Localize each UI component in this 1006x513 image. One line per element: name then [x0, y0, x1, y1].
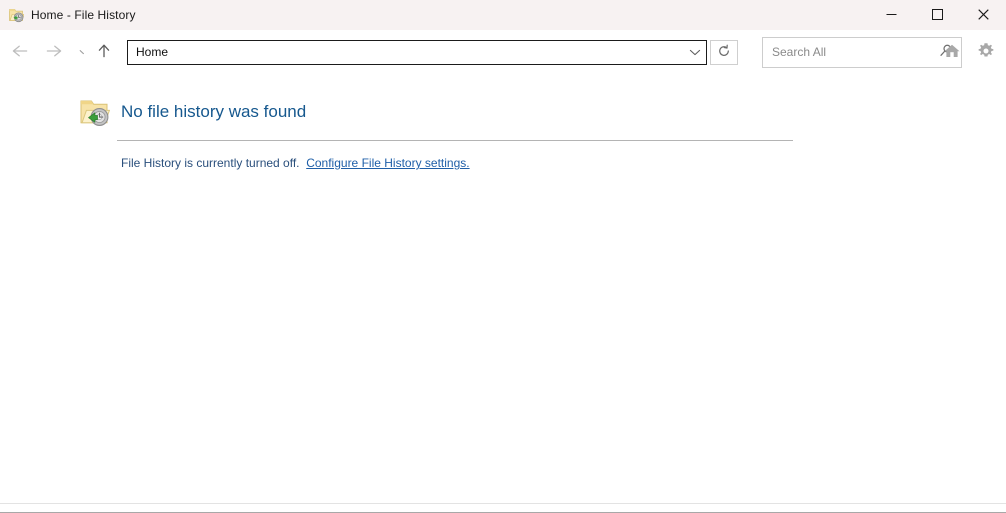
address-value: Home [136, 44, 169, 59]
navigation-toolbar: Home [0, 30, 1006, 74]
status-header-row: No file history was found [76, 92, 806, 132]
maximize-icon [931, 8, 943, 23]
title-bar: Home - File History [0, 0, 1006, 30]
address-bar-group: Home [127, 39, 738, 65]
toolbar-right-icons [940, 38, 998, 66]
refresh-icon [717, 44, 731, 61]
search-input[interactable] [763, 36, 931, 68]
recent-locations-button[interactable] [74, 38, 92, 66]
close-icon [977, 8, 989, 23]
up-button[interactable] [92, 38, 116, 66]
back-button[interactable] [6, 38, 34, 66]
configure-file-history-link[interactable]: Configure File History settings. [306, 156, 469, 170]
status-detail-text: File History is currently turned off. [121, 156, 300, 170]
status-heading: No file history was found [121, 102, 307, 121]
address-bar[interactable]: Home [127, 39, 707, 65]
arrow-left-icon [11, 44, 29, 61]
minimize-button[interactable] [868, 0, 914, 30]
status-detail-row: File History is currently turned off. Co… [121, 155, 806, 172]
content-area: No file history was found File History i… [0, 74, 1006, 503]
file-history-window: Home - File History Home Search All No f… [0, 0, 1006, 513]
home-icon [943, 43, 961, 62]
minimize-icon [886, 8, 897, 23]
arrow-right-icon [45, 44, 63, 61]
folder-history-large-icon [78, 96, 111, 128]
status-block: No file history was found File History i… [76, 92, 806, 172]
maximize-button[interactable] [914, 0, 960, 30]
gear-icon [977, 42, 995, 63]
status-divider [117, 140, 793, 141]
window-bottom-edge [0, 503, 1006, 512]
forward-button[interactable] [40, 38, 68, 66]
chevron-down-icon [689, 45, 701, 60]
folder-history-icon [8, 7, 25, 23]
address-dropdown-button[interactable] [684, 41, 706, 64]
arrow-up-icon [97, 43, 111, 62]
window-title: Home - File History [31, 8, 136, 22]
refresh-button[interactable] [710, 39, 738, 65]
window-controls [868, 0, 1006, 30]
search-box[interactable] [762, 36, 962, 68]
chevron-down-small-icon [78, 45, 88, 60]
settings-button[interactable] [974, 38, 998, 66]
close-button[interactable] [960, 0, 1006, 30]
home-button[interactable] [940, 38, 964, 66]
title-bar-left-group: Home - File History [0, 7, 136, 23]
